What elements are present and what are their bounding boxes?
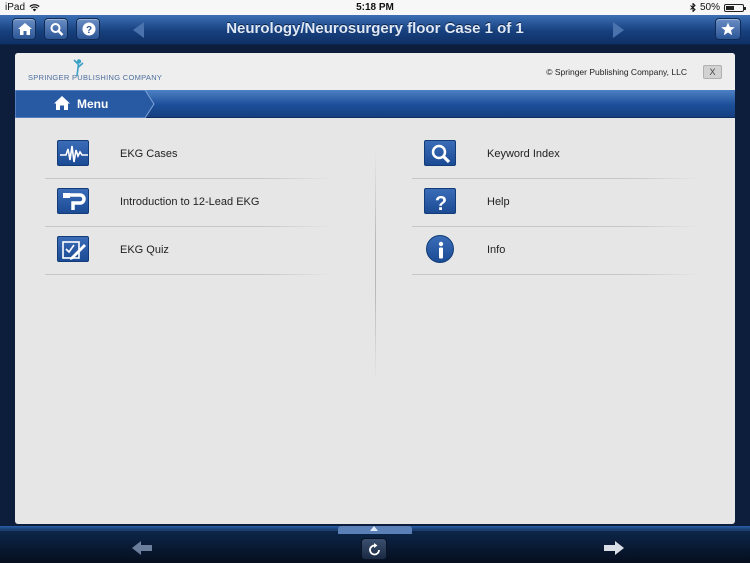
menu-item-label: Introduction to 12-Lead EKG bbox=[120, 196, 260, 208]
menu-item-ekg-cases[interactable]: EKG Cases bbox=[45, 131, 332, 179]
battery-icon bbox=[724, 3, 746, 12]
back-arrow-icon[interactable] bbox=[131, 540, 153, 556]
previous-case-arrow[interactable] bbox=[133, 22, 144, 38]
menu-item-info[interactable]: Info bbox=[412, 227, 699, 275]
question-circle-icon: ? bbox=[82, 22, 96, 36]
menu-item-intro-12-lead[interactable]: Introduction to 12-Lead EKG bbox=[45, 179, 332, 227]
menu-right-column: Keyword Index ? Help Info bbox=[412, 131, 699, 275]
lead-connector-icon bbox=[57, 188, 89, 214]
menu-breadcrumb[interactable]: Menu bbox=[15, 90, 155, 118]
search-icon bbox=[50, 23, 64, 36]
clock: 5:18 PM bbox=[356, 2, 394, 13]
column-divider bbox=[375, 151, 376, 381]
copyright-text: © Springer Publishing Company, LLC bbox=[546, 67, 687, 77]
quiz-pencil-icon bbox=[57, 236, 89, 262]
info-icon bbox=[426, 235, 454, 263]
bluetooth-icon bbox=[690, 3, 696, 12]
magnifier-icon bbox=[424, 140, 456, 166]
refresh-icon bbox=[369, 543, 380, 556]
expand-tray-handle[interactable] bbox=[338, 526, 412, 534]
menu-item-ekg-quiz[interactable]: EKG Quiz bbox=[45, 227, 332, 275]
star-icon bbox=[721, 22, 735, 36]
ekg-wave-icon bbox=[57, 140, 89, 166]
home-icon bbox=[18, 23, 32, 35]
close-button[interactable]: X bbox=[703, 65, 722, 79]
menu-label: Menu bbox=[77, 97, 109, 111]
menu-left-column: EKG Cases Introduction to 12-Lead EKG EK… bbox=[45, 131, 332, 275]
refresh-button[interactable] bbox=[361, 538, 387, 560]
menu-panel: SPRINGER PUBLISHING COMPANY © Springer P… bbox=[15, 53, 735, 524]
battery-percent: 50% bbox=[699, 2, 720, 13]
menu-item-label: Keyword Index bbox=[487, 148, 560, 160]
menu-home-icon bbox=[54, 96, 70, 110]
top-navbar: ? Neurology/Neurosurgery floor Case 1 of… bbox=[0, 15, 750, 45]
menu-item-label: EKG Quiz bbox=[120, 244, 169, 256]
svg-text:?: ? bbox=[435, 193, 447, 215]
favorites-button[interactable] bbox=[715, 18, 741, 40]
panel-header: SPRINGER PUBLISHING COMPANY © Springer P… bbox=[15, 53, 735, 90]
question-icon: ? bbox=[424, 188, 456, 215]
search-button[interactable] bbox=[44, 18, 68, 40]
menu-item-help[interactable]: ? Help bbox=[412, 179, 699, 227]
next-case-arrow[interactable] bbox=[613, 22, 624, 38]
logo-text: SPRINGER PUBLISHING COMPANY bbox=[28, 73, 163, 82]
menu-item-keyword-index[interactable]: Keyword Index bbox=[412, 131, 699, 179]
forward-arrow-icon[interactable] bbox=[603, 540, 625, 556]
menu-bar: Menu bbox=[15, 90, 735, 118]
page-title: Neurology/Neurosurgery floor Case 1 of 1 bbox=[226, 20, 524, 37]
springer-logo: SPRINGER PUBLISHING COMPANY bbox=[28, 59, 188, 87]
menu-item-label: Info bbox=[487, 244, 506, 256]
menu-item-label: EKG Cases bbox=[120, 148, 178, 160]
menu-item-label: Help bbox=[487, 196, 510, 208]
status-bar: iPad 5:18 PM 50% bbox=[0, 0, 750, 15]
help-button[interactable]: ? bbox=[76, 18, 100, 40]
home-button[interactable] bbox=[12, 18, 36, 40]
svg-text:?: ? bbox=[86, 25, 92, 36]
